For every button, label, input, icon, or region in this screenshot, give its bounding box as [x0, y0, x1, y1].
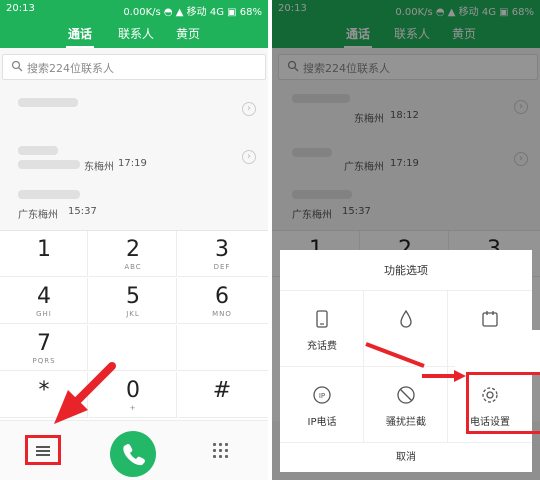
search-icon: [11, 60, 23, 72]
key-digit: 1: [37, 237, 51, 262]
redacted-number: [18, 190, 80, 199]
highlight-box-call-settings: [466, 372, 540, 434]
key-digit: 2: [126, 237, 140, 262]
status-bar: 20:13 0.00K/s ◓ ▲ 移动 4G ▣ 68%: [0, 0, 268, 18]
call-time: 15:37: [68, 206, 97, 217]
dialer-bottom-bar: [0, 420, 268, 480]
option-label: 充话费: [307, 341, 337, 352]
dialpad-icon[interactable]: [213, 443, 229, 459]
svg-text:IP: IP: [319, 392, 325, 400]
water-drop-icon: [400, 309, 412, 328]
key-3[interactable]: 3 DEF: [178, 231, 268, 277]
key-digit: 5: [126, 284, 140, 309]
redacted-number: [18, 146, 58, 155]
key-letters: JKL: [126, 310, 140, 318]
option-recharge[interactable]: 充话费: [280, 291, 364, 367]
key-2[interactable]: 2 ABC: [89, 231, 177, 277]
tab-contacts[interactable]: 联系人: [118, 25, 154, 42]
option-ip-call[interactable]: IP IP电话: [280, 367, 364, 443]
key-digit: 3: [215, 237, 229, 262]
key-digit: 6: [215, 284, 229, 309]
chevron-right-icon[interactable]: ›: [242, 102, 256, 116]
dialog-title: 功能选项: [384, 264, 428, 277]
dialer-screen-right: 20:13 0.00K/s ◓ ▲ 移动 4G ▣ 68% 通话 联系人 黄页 …: [272, 0, 540, 480]
phone-icon[interactable]: [110, 431, 156, 477]
key-digit: 4: [37, 284, 51, 309]
key-1[interactable]: 1: [0, 231, 88, 277]
calendar-icon: [482, 311, 498, 327]
status-indicators: 0.00K/s ◓ ▲ 移动 4G ▣ 68%: [123, 7, 262, 18]
key-hash[interactable]: #: [178, 372, 268, 418]
call-location: 东梅州: [84, 162, 114, 173]
search-placeholder: 搜索224位联系人: [27, 62, 114, 75]
dial-keypad: 1 2 ABC 3 DEF 4 GHI 5 JKL 6 MNO 7 PQRS * 0 + #: [0, 230, 268, 421]
chevron-right-icon[interactable]: ›: [242, 150, 256, 164]
cancel-button[interactable]: 取消: [280, 442, 532, 473]
active-tab-indicator: [66, 46, 94, 48]
option-label: 骚扰拦截: [386, 417, 426, 428]
call-log-item[interactable]: ›: [0, 86, 268, 132]
key-letters: ABC: [124, 263, 142, 271]
tab-yellow-pages[interactable]: 黄页: [176, 25, 200, 42]
dialer-screen-left: 20:13 0.00K/s ◓ ▲ 移动 4G ▣ 68% 通话 联系人 黄页 …: [0, 0, 268, 480]
call-location: 广东梅州: [18, 210, 58, 221]
phone-device-icon: [316, 310, 328, 328]
option-label: IP电话: [307, 417, 337, 428]
key-5[interactable]: 5 JKL: [89, 278, 177, 324]
call-log-item[interactable]: 广东梅州 15:37: [0, 182, 268, 228]
hamburger-icon[interactable]: [25, 435, 61, 465]
tab-bar: 通话 联系人 黄页: [0, 18, 268, 48]
key-letters: GHI: [36, 310, 52, 318]
key-6[interactable]: 6 MNO: [178, 278, 268, 324]
key-4[interactable]: 4 GHI: [0, 278, 88, 324]
key-digit: #: [212, 378, 232, 403]
ip-circle-icon: IP: [313, 386, 331, 404]
redacted-number: [18, 98, 78, 107]
redacted-location: [18, 160, 80, 169]
annotation-arrow: [54, 362, 116, 424]
key-letters: DEF: [213, 263, 231, 271]
call-time: 17:19: [118, 158, 147, 169]
search-input[interactable]: 搜索224位联系人: [2, 54, 266, 80]
tab-calls[interactable]: 通话: [68, 25, 92, 42]
key-letters: MNO: [212, 310, 232, 318]
status-time: 20:13: [6, 3, 35, 14]
key-9[interactable]: [178, 325, 268, 371]
annotation-arrow: [365, 342, 466, 382]
key-digit: 7: [37, 331, 51, 356]
call-log-item[interactable]: 东梅州 17:19 ›: [0, 136, 268, 182]
